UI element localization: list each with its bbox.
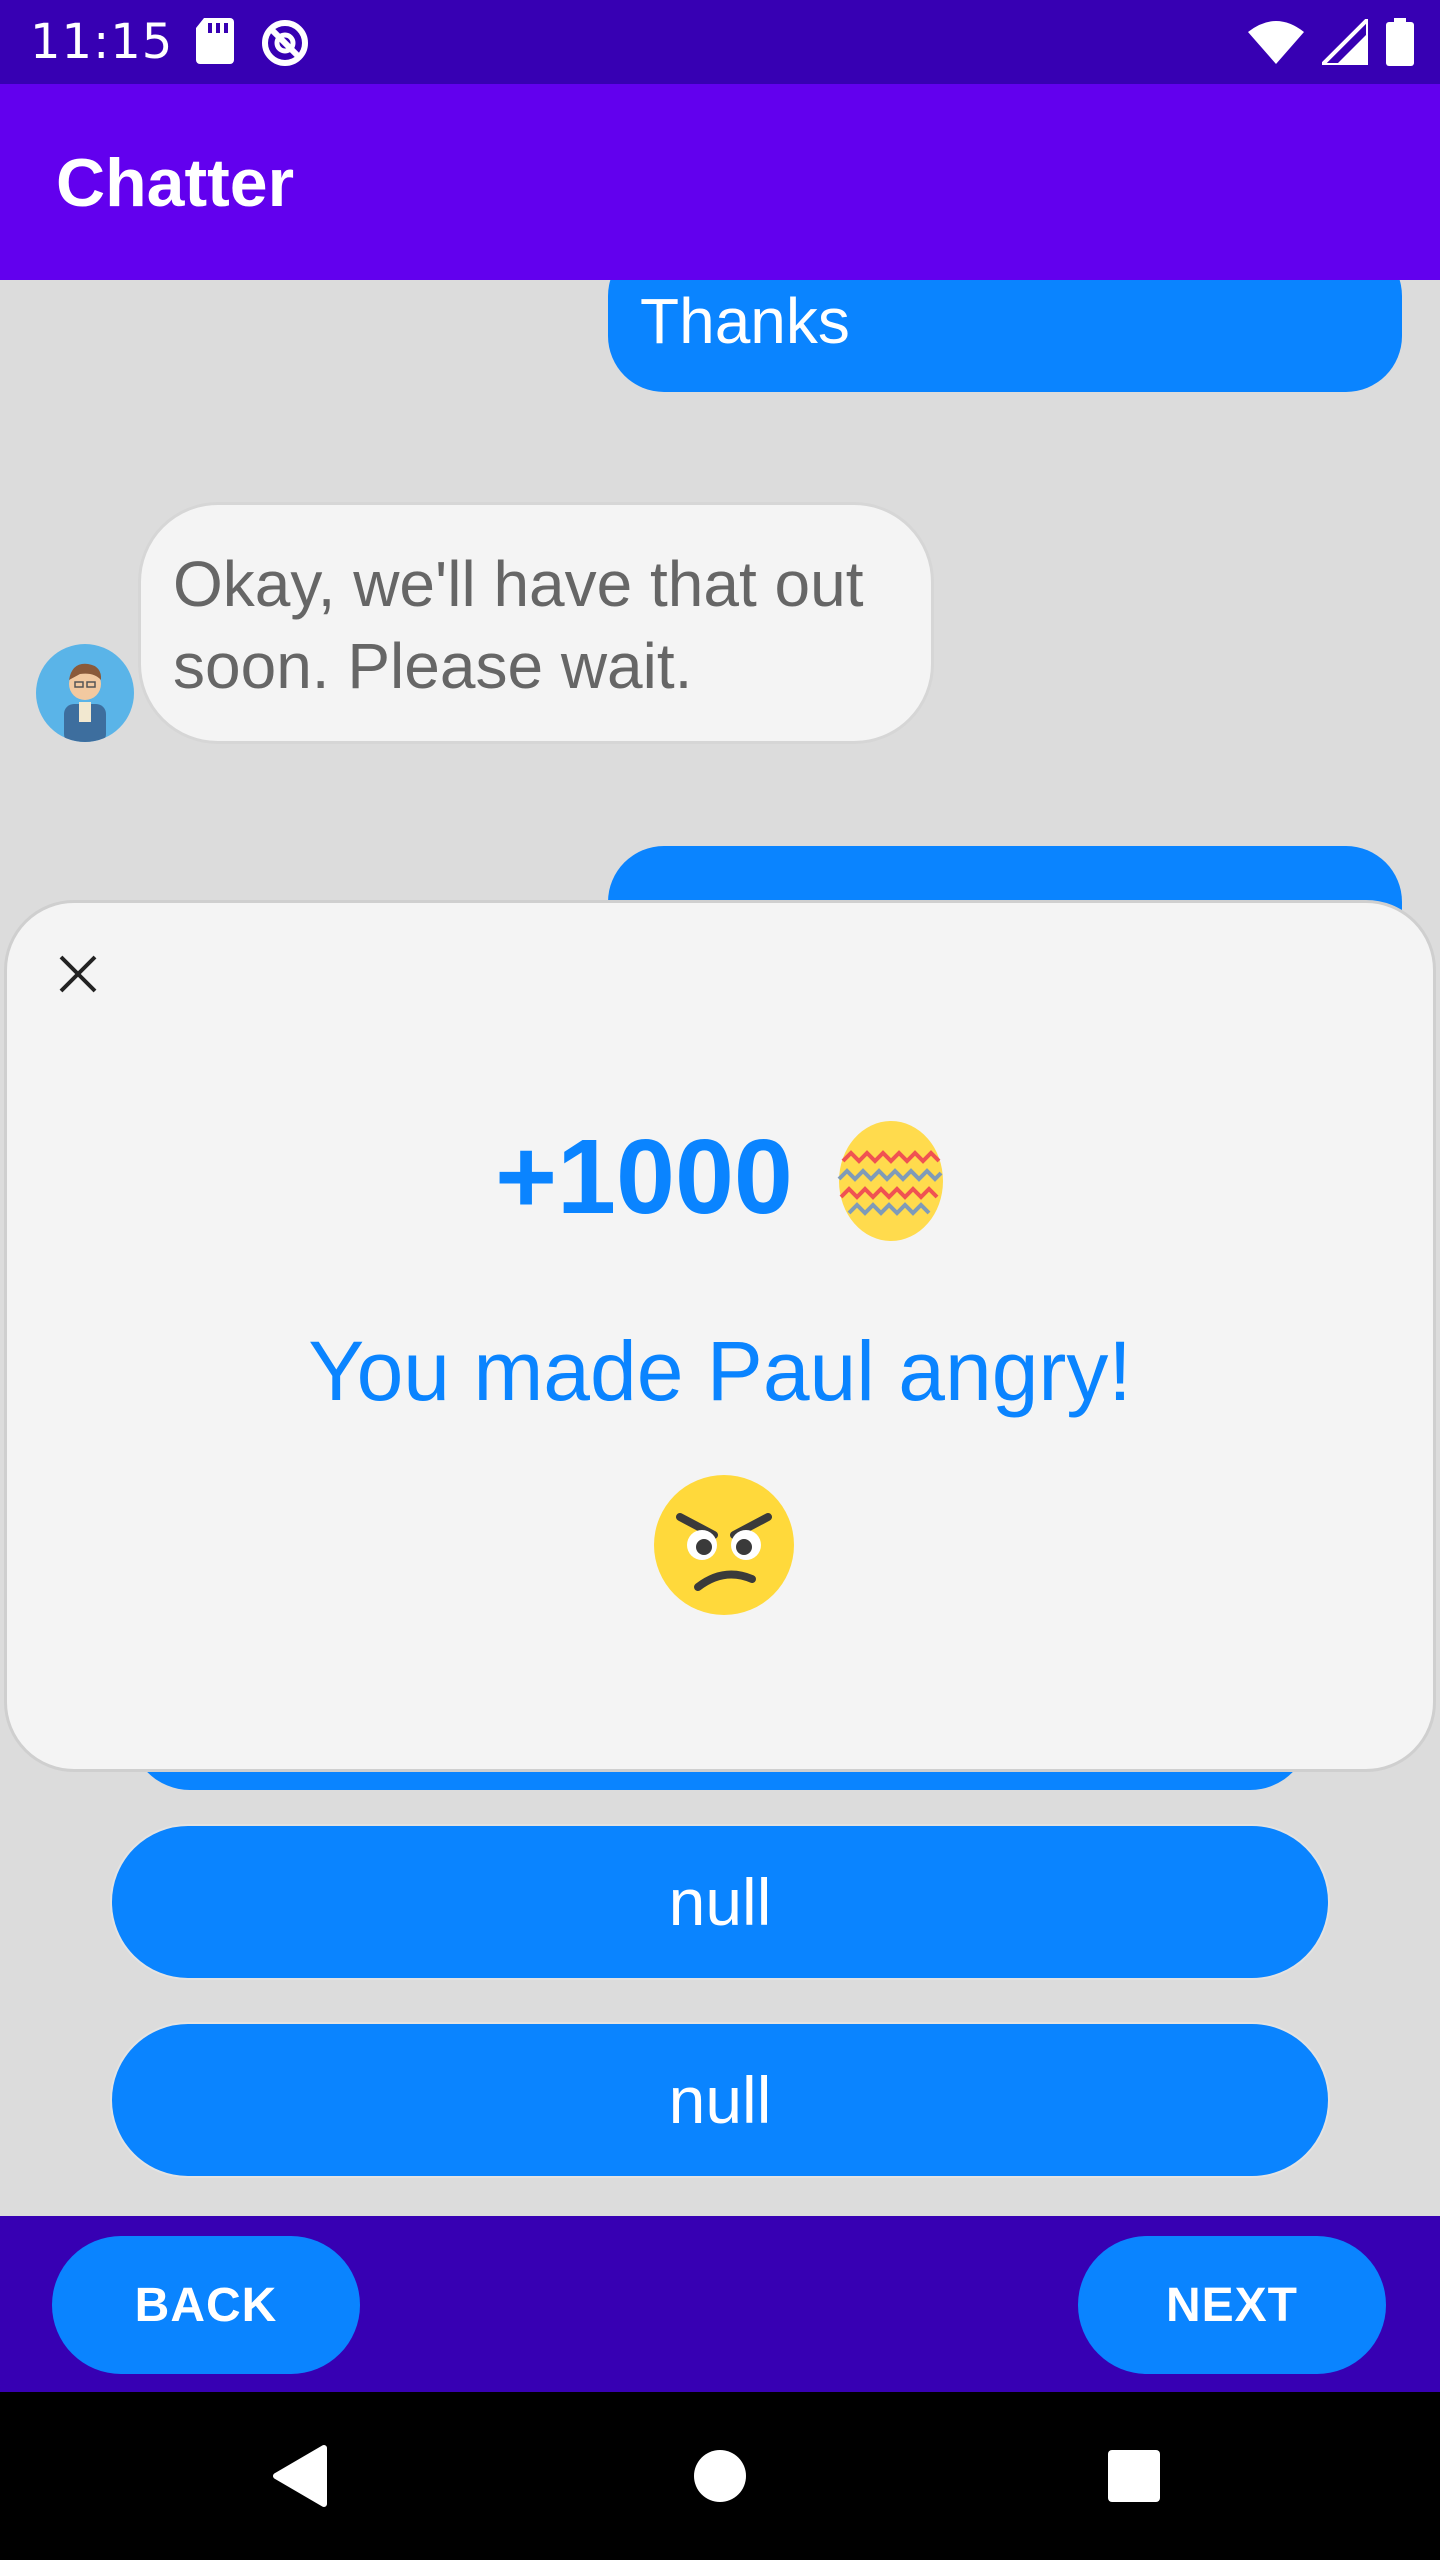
easter-egg-icon (837, 1121, 943, 1241)
choice-button[interactable]: null (110, 1824, 1330, 1980)
system-recents-button[interactable] (1050, 2392, 1218, 2560)
points-value: +1000 (495, 1117, 793, 1236)
wifi-icon (1248, 21, 1304, 64)
system-back-button[interactable] (216, 2392, 384, 2560)
battery-icon (1386, 18, 1414, 66)
status-time: 11:15 (30, 14, 174, 70)
avatar (36, 644, 134, 742)
bottom-nav-bar: BACK NEXT (0, 2216, 1440, 2392)
next-button[interactable]: NEXT (1078, 2236, 1386, 2374)
bot-message-text: Okay, we'll have that out soon. Please w… (173, 548, 864, 702)
angry-face-icon (654, 1475, 794, 1615)
do-not-disturb-icon (262, 20, 308, 66)
bot-message-bubble: Okay, we'll have that out soon. Please w… (138, 502, 934, 744)
cell-signal-icon (1322, 19, 1368, 65)
choice-button[interactable]: null (110, 2022, 1330, 2178)
close-button[interactable] (43, 939, 113, 1009)
sd-card-icon (196, 18, 234, 64)
dialog-message: You made Paul angry! (308, 1324, 1132, 1418)
next-button-label: NEXT (1165, 2278, 1298, 2332)
app-bar: Chatter (0, 84, 1440, 280)
reward-dialog: +1000 You made Paul angry! (4, 900, 1436, 1772)
back-button[interactable]: BACK (52, 2236, 360, 2374)
status-bar: 11:15 (0, 0, 1440, 84)
app-title: Chatter (56, 145, 295, 221)
system-home-button[interactable] (636, 2392, 804, 2560)
points-row: +1000 (7, 1113, 1433, 1241)
back-button-label: BACK (134, 2278, 278, 2332)
user-message-text: Thanks (640, 285, 850, 357)
back-triangle-icon (273, 2445, 327, 2507)
system-nav-bar (0, 2392, 1440, 2560)
choice-button-label: null (668, 1865, 772, 1939)
recents-square-icon (1108, 2450, 1160, 2502)
person-avatar-icon (64, 663, 106, 742)
user-message-bubble: Thanks (608, 280, 1402, 392)
home-circle-icon (694, 2450, 746, 2502)
close-icon (59, 955, 97, 993)
choice-button-label: null (668, 2063, 772, 2137)
